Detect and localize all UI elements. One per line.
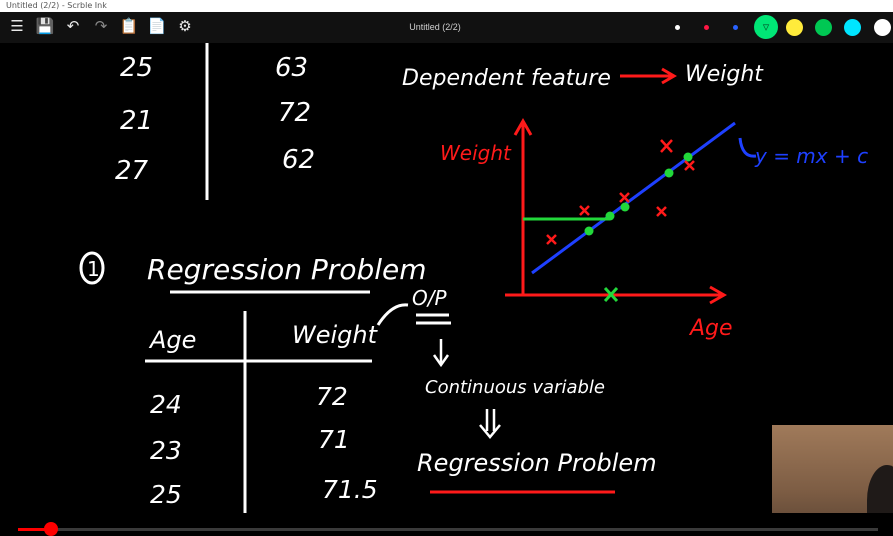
regression-problem-text: Regression Problem (417, 449, 657, 477)
pen-color-yellow[interactable] (786, 19, 803, 36)
table-cell-age: 25 (150, 480, 182, 509)
table-cell-weight: 71.5 (322, 475, 378, 504)
section-title: Regression Problem (147, 253, 427, 286)
undo-icon[interactable]: ↶ (62, 16, 84, 38)
plot-y-label: Weight (440, 141, 512, 165)
settings-icon[interactable]: ⚙ (174, 16, 196, 38)
top-table-age: 21 (120, 106, 153, 136)
top-table-weight: 72 (278, 98, 311, 128)
table-cell-weight: 72 (316, 382, 348, 411)
top-table-age: 25 (120, 53, 153, 83)
window-title: Untitled (2/2) - Scrble Ink (6, 1, 107, 10)
table-header-age: Age (148, 326, 196, 354)
whiteboard-drawing: 25 21 27 63 72 62 Dependent feature Weig… (79, 43, 868, 513)
pen-color-white[interactable] (675, 25, 680, 30)
paste-icon[interactable]: 📋 (118, 16, 140, 38)
equation-pointer (738, 137, 757, 158)
regression-line (531, 121, 736, 275)
save-icon[interactable]: 💾 (34, 16, 56, 38)
window-titlebar: Untitled (2/2) - Scrble Ink (0, 0, 893, 12)
document-title: Untitled (2/2) (409, 22, 461, 32)
continuous-variable-text: Continuous variable (425, 377, 605, 398)
table-header-weight: Weight (292, 321, 379, 349)
top-table-weight: 63 (275, 53, 308, 83)
top-table-weight: 62 (282, 145, 315, 175)
video-controls (0, 513, 893, 535)
output-arrow (376, 303, 409, 326)
pen-color-white-large[interactable] (874, 19, 891, 36)
highlighter-icon[interactable]: ▿ (754, 15, 778, 39)
double-down-arrow-head (479, 424, 501, 439)
weight-feature-text: Weight (685, 62, 764, 87)
data-points (546, 139, 695, 245)
page-icon[interactable]: 📄 (146, 16, 168, 38)
pen-color-blue[interactable] (733, 25, 738, 30)
menu-icon[interactable]: ☰ (6, 16, 28, 38)
whiteboard-canvas[interactable]: 25 21 27 63 72 62 Dependent feature Weig… (0, 43, 893, 513)
seek-handle[interactable] (44, 522, 58, 536)
top-table-age: 27 (115, 156, 149, 186)
funnel-icon: ▿ (762, 19, 770, 34)
table-cell-age: 24 (150, 390, 182, 419)
pen-color-red[interactable] (704, 25, 709, 30)
table-cell-age: 23 (150, 436, 182, 465)
pen-color-green[interactable] (815, 19, 832, 36)
output-label: O/P (412, 286, 447, 310)
section-number: 1 (87, 257, 100, 281)
pen-color-cyan[interactable] (844, 19, 861, 36)
table-cell-weight: 71 (318, 425, 350, 454)
toolbar: ☰ 💾 ↶ ↷ 📋 📄 ⚙ Untitled (2/2) ▿ (0, 12, 893, 43)
dependent-feature-text: Dependent feature (402, 66, 611, 91)
plot-x-label: Age (688, 316, 733, 341)
redo-icon[interactable]: ↷ (90, 16, 112, 38)
seek-bar[interactable] (18, 528, 878, 531)
regression-equation: y = mx + c (754, 144, 868, 168)
